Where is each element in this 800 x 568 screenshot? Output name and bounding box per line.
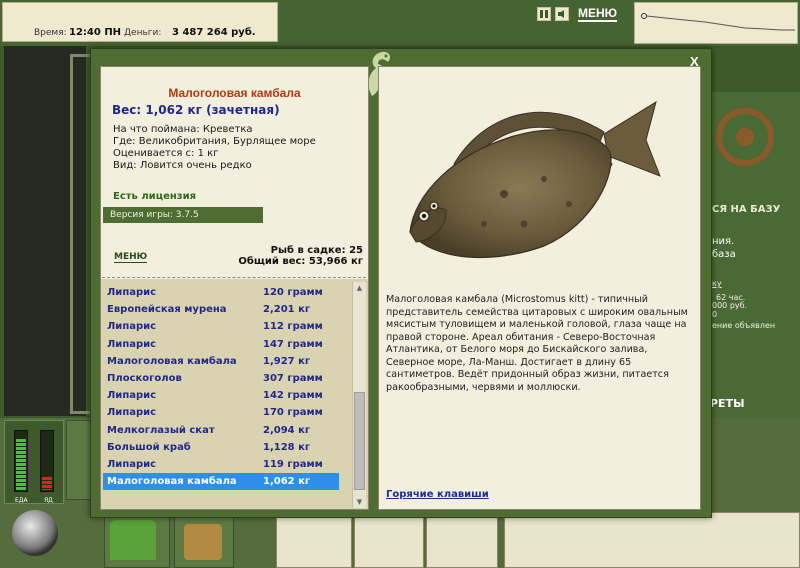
poison-meter [40, 430, 54, 492]
catch-fish-weight: 1,927 кг [263, 355, 311, 367]
meters-panel [4, 420, 64, 504]
location-line: Где: Великобритания, Бурлящее море [113, 136, 316, 147]
catch-list-row[interactable]: Большой краб 1,128 кг [103, 439, 339, 456]
scroll-thumb[interactable] [354, 392, 365, 490]
catch-fish-name: Липарис [107, 321, 157, 333]
pause-icon[interactable] [537, 7, 551, 21]
license-status: Есть лицензия [113, 191, 197, 202]
base-small-4: ение объявлен [712, 321, 776, 330]
catch-fish-weight: 307 грамм [263, 373, 323, 384]
catch-fish-weight: 2,201 кг [263, 304, 311, 316]
scroll-down-arrow-icon[interactable]: ▼ [353, 496, 366, 508]
inventory-slot[interactable] [276, 512, 352, 568]
top-menu-button[interactable]: МЕНЮ [578, 6, 618, 22]
cauldron-icon[interactable] [12, 510, 58, 556]
ship-wheel-hub [736, 128, 754, 146]
time-value: 12:40 ПН [69, 27, 122, 38]
secrets-button-label[interactable]: РЕТЫ [710, 397, 744, 410]
flounder-fish-image [409, 100, 661, 259]
base-link[interactable]: ку [712, 279, 722, 288]
inventory-slot[interactable] [426, 512, 498, 568]
fish-weight: Вес: 1,062 кг (зачетная) [112, 103, 280, 117]
catch-fish-weight: 119 грамм [263, 459, 323, 470]
tub-icon[interactable] [184, 524, 222, 560]
catch-fish-weight: 1,128 кг [263, 441, 311, 453]
catch-fish-weight: 142 грамм [263, 390, 323, 402]
catch-fish-name: Липарис [107, 338, 157, 350]
catch-list-row[interactable]: Малоголовая камбала 1,062 кг [103, 473, 339, 491]
catch-list-row[interactable]: Малоголовая камбала 1,927 кг [103, 353, 339, 370]
rarity-line: Вид: Ловится очень редко [113, 160, 252, 171]
catch-list-row[interactable]: Европейская мурена 2,201 кг [103, 301, 339, 318]
catch-fish-name: Липарис [107, 287, 157, 298]
catch-list-row[interactable]: Липарис 142 грамм [103, 387, 339, 404]
scroll-up-arrow-icon[interactable]: ▲ [353, 282, 366, 294]
catch-fish-weight: 2,094 кг [263, 424, 311, 436]
catch-fish-weight: 1,062 кг [263, 476, 311, 488]
catch-list-row[interactable]: Липарис 120 грамм [103, 284, 339, 301]
catch-fish-name: Большой краб [107, 441, 191, 453]
catch-fish-name: Плоскоголов [107, 373, 182, 384]
game-version: Версия игры: 3.7.5 [103, 207, 263, 223]
inventory-slot[interactable] [504, 512, 800, 568]
catch-list-row[interactable]: Липарис 119 грамм [103, 456, 339, 473]
catch-list-scrollbar[interactable]: ▲ ▼ [352, 282, 366, 508]
money-value: 3 487 264 руб. [172, 27, 256, 38]
catch-list-row[interactable]: Липарис 170 грамм [103, 404, 339, 421]
base-button-label[interactable]: СЯ НА БАЗУ [712, 204, 780, 215]
catch-fish-weight: 120 грамм [263, 287, 323, 298]
hotkeys-link[interactable]: Горячие клавиши [386, 489, 489, 500]
dialog-menu-link[interactable]: МЕНЮ [114, 252, 148, 263]
catch-fish-weight: 147 грамм [263, 338, 323, 350]
catch-fish-weight: 170 грамм [263, 407, 323, 419]
base-text-1: ния. [712, 236, 735, 247]
time-label: Время: [34, 28, 67, 38]
catch-fish-name: Малоголовая камбала [107, 476, 237, 488]
fish-description: Малоголовая камбала (Microstomus kitt) -… [386, 294, 688, 393]
catch-list-row[interactable]: Липарис 147 грамм [103, 336, 339, 353]
poison-meter-label: ЯД [44, 497, 53, 504]
status-panel: Время: 12:40 ПН Деньги: 3 487 264 руб. [2, 2, 278, 42]
fish-title: Малоголовая камбала [168, 86, 301, 100]
basket-icon[interactable] [110, 520, 156, 560]
weather-graph [634, 2, 798, 44]
base-small-2: 000 руб. [712, 301, 748, 310]
keepnet-count: Рыб в садке: 25 [270, 245, 363, 256]
catch-fish-name: Липарис [107, 459, 157, 470]
catch-fish-name: Европейская мурена [107, 304, 227, 316]
food-meter-label: ЕДА [15, 497, 28, 504]
min-weight-line: Оценивается с: 1 кг [113, 148, 219, 159]
catch-fish-weight: 112 грамм [263, 321, 323, 333]
inventory-slot[interactable] [354, 512, 424, 568]
food-meter [14, 430, 28, 492]
catch-list-row[interactable]: Плоскоголов 307 грамм [103, 370, 339, 387]
catch-fish-name: Липарис [107, 390, 157, 402]
catch-list-row[interactable]: Мелкоглазый скат 2,094 кг [103, 422, 339, 439]
money-label: Деньги: [124, 28, 162, 38]
divider [102, 277, 366, 278]
bait-line: На что поймана: Креветка [113, 124, 253, 135]
sound-icon[interactable] [555, 7, 569, 21]
base-text-2: база [712, 249, 736, 260]
viewport-frame [70, 54, 90, 414]
catch-fish-name: Липарис [107, 407, 157, 419]
catch-list-row[interactable]: Липарис 112 грамм [103, 318, 339, 335]
base-small-3: 0 [712, 310, 718, 319]
catch-fish-name: Малоголовая камбала [107, 355, 237, 367]
catch-fish-name: Мелкоглазый скат [107, 424, 215, 436]
keepnet-weight: Общий вес: 53,966 кг [238, 256, 363, 267]
